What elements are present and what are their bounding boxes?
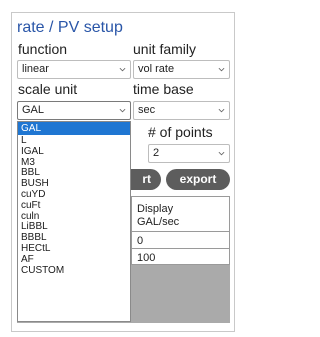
chevron-down-icon [119,108,126,113]
unit-family-label: unit family [133,41,197,57]
scale-unit-select[interactable]: GAL [17,101,131,120]
scale-unit-option-gal[interactable]: GAL [18,122,130,135]
scale-unit-option-l[interactable]: L [18,135,130,146]
scale-unit-option-bbl[interactable]: BBL [18,167,130,178]
scale-unit-option-m3[interactable]: M3 [18,157,130,168]
chevron-down-icon [218,108,225,113]
function-value: linear [22,63,49,75]
time-base-value: sec [138,104,156,116]
scale-unit-option-culn[interactable]: culn [18,211,130,222]
time-base-label: time base [133,81,194,97]
scale-unit-value: GAL [22,104,45,116]
table-cell-row2[interactable]: 100 [133,252,155,265]
time-base-select[interactable]: sec [133,101,230,120]
function-select[interactable]: linear [17,60,131,79]
num-points-label: # of points [148,124,213,140]
scale-unit-option-hectl[interactable]: HECtL [18,243,130,254]
unit-family-value: vol rate [138,63,175,75]
scale-unit-option-af[interactable]: AF [18,254,130,265]
page-title: rate / PV setup [17,19,123,36]
function-label: function [18,41,68,57]
num-points-value: 2 [153,147,160,159]
num-points-select[interactable]: 2 [148,144,230,163]
scale-unit-label: scale unit [18,81,78,97]
export-button[interactable]: export [166,169,230,190]
scale-unit-option-cuyd[interactable]: cuYD [18,189,130,200]
table-header-unit: GAL/sec [137,216,180,228]
chevron-down-icon [218,151,225,156]
scale-unit-option-custom[interactable]: CUSTOM [18,265,130,276]
table-cell-row1[interactable]: 0 [133,235,143,248]
chevron-down-icon [218,67,225,72]
scale-unit-option-cuft[interactable]: cuFt [18,200,130,211]
scale-unit-dropdown-list[interactable]: GAL L IGAL M3 BBL BUSH cuYD cuFt culn Li… [17,121,131,322]
table-header-display: Display [137,203,174,215]
unit-family-select[interactable]: vol rate [133,60,230,79]
scale-unit-option-bbbl[interactable]: BBBL [18,232,130,243]
scale-unit-option-libbl[interactable]: LiBBL [18,221,130,232]
scale-unit-option-bush[interactable]: BUSH [18,178,130,189]
scale-unit-option-igal[interactable]: IGAL [18,146,130,157]
chevron-down-icon [119,67,126,72]
